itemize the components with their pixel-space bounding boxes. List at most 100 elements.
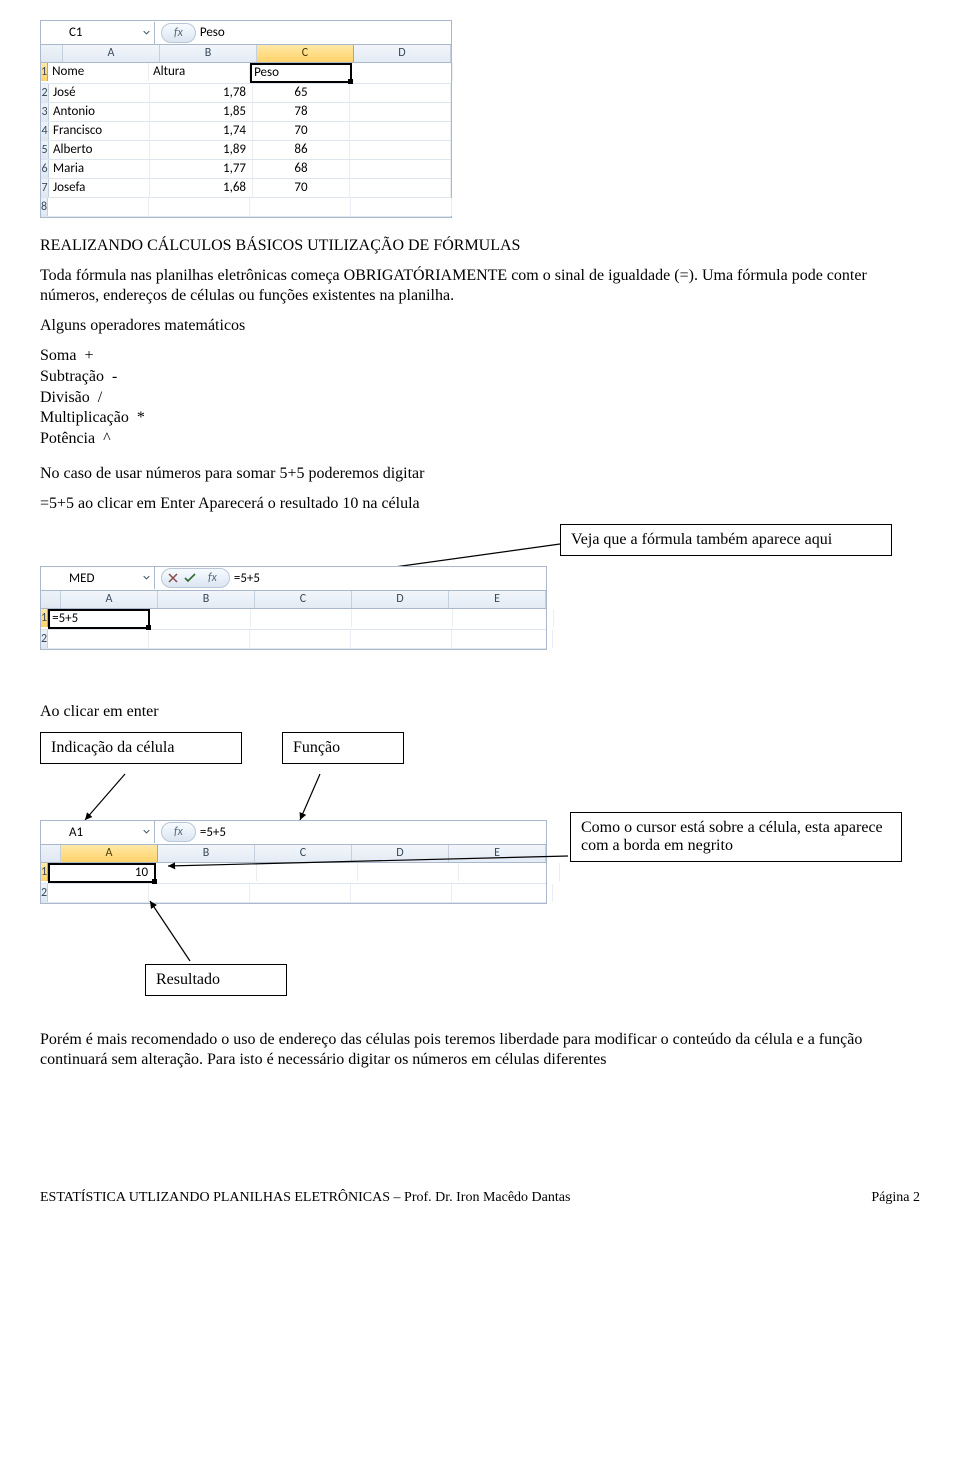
cell[interactable]: Maria: [49, 160, 150, 178]
row-number[interactable]: 1: [41, 63, 48, 81]
col-header[interactable]: C: [255, 591, 352, 608]
name-box-value: MED: [69, 571, 94, 586]
cancel-icon[interactable]: [168, 573, 178, 583]
cell[interactable]: [351, 884, 452, 902]
col-header-b[interactable]: B: [160, 45, 257, 62]
cell[interactable]: [149, 630, 250, 648]
cell[interactable]: 68: [253, 160, 350, 178]
enter-icon[interactable]: [184, 573, 196, 583]
fx-icon[interactable]: fx: [174, 825, 183, 839]
cell[interactable]: [452, 884, 553, 902]
cell[interactable]: 1,68: [150, 179, 253, 197]
cell[interactable]: [452, 630, 553, 648]
cell[interactable]: [350, 141, 451, 159]
cell[interactable]: [150, 609, 251, 627]
cell-selected[interactable]: 10: [48, 863, 156, 883]
cell[interactable]: [250, 884, 351, 902]
col-header-a[interactable]: A: [63, 45, 160, 62]
name-box[interactable]: A1: [41, 821, 155, 843]
cell[interactable]: [459, 863, 560, 881]
cell[interactable]: [251, 609, 352, 627]
cell[interactable]: [250, 630, 351, 648]
select-all-corner[interactable]: [41, 845, 61, 862]
cell[interactable]: [149, 198, 250, 216]
cell[interactable]: 1,85: [150, 103, 253, 121]
formula-bar-buttons: fx: [161, 23, 196, 43]
row-number[interactable]: 4: [41, 122, 49, 140]
col-header[interactable]: E: [449, 845, 546, 862]
cell[interactable]: [350, 122, 451, 140]
col-header[interactable]: B: [158, 845, 255, 862]
cell[interactable]: 1,77: [150, 160, 253, 178]
cell[interactable]: 78: [253, 103, 350, 121]
cell[interactable]: 70: [253, 122, 350, 140]
formula-bar: C1 fx Peso: [41, 21, 451, 45]
row-number[interactable]: 2: [41, 630, 48, 648]
name-box[interactable]: C1: [41, 22, 155, 44]
cell[interactable]: [48, 884, 149, 902]
col-header[interactable]: D: [352, 591, 449, 608]
op-name: Potência: [40, 430, 95, 447]
cell[interactable]: 1,89: [150, 141, 253, 159]
cell[interactable]: Josefa: [49, 179, 150, 197]
cell[interactable]: 70: [253, 179, 350, 197]
cell[interactable]: 1,78: [150, 84, 253, 102]
callout-formula-bar: Veja que a fórmula também aparece aqui: [560, 524, 892, 556]
row-number[interactable]: 6: [41, 160, 49, 178]
cell[interactable]: Alberto: [49, 141, 150, 159]
cell[interactable]: [149, 884, 250, 902]
cell[interactable]: [350, 160, 451, 178]
col-header[interactable]: C: [255, 845, 352, 862]
select-all-corner[interactable]: [41, 45, 63, 62]
cell[interactable]: 86: [253, 141, 350, 159]
cell[interactable]: [257, 863, 358, 881]
row-number[interactable]: 1: [41, 863, 48, 881]
cell[interactable]: Francisco: [49, 122, 150, 140]
col-header[interactable]: A: [61, 591, 158, 608]
row-number[interactable]: 3: [41, 103, 49, 121]
cell[interactable]: Altura: [149, 63, 250, 81]
row-number[interactable]: 2: [41, 884, 48, 902]
cell[interactable]: [352, 609, 453, 627]
cell[interactable]: [250, 198, 351, 216]
cell[interactable]: Nome: [48, 63, 149, 81]
formula-bar-value[interactable]: =5+5: [196, 825, 226, 840]
cell[interactable]: [350, 84, 451, 102]
col-header-d[interactable]: D: [354, 45, 451, 62]
fx-icon[interactable]: fx: [174, 26, 183, 40]
col-header-c[interactable]: C: [257, 45, 354, 62]
cell[interactable]: Antonio: [49, 103, 150, 121]
name-box[interactable]: MED: [41, 567, 155, 589]
cell[interactable]: [350, 179, 451, 197]
cell[interactable]: [358, 863, 459, 881]
col-header[interactable]: E: [449, 591, 546, 608]
fx-icon[interactable]: fx: [208, 571, 217, 585]
callout-cell-indicator: Indicação da célula: [40, 732, 242, 764]
select-all-corner[interactable]: [41, 591, 61, 608]
row-number[interactable]: 5: [41, 141, 49, 159]
col-header[interactable]: B: [158, 591, 255, 608]
formula-bar-value[interactable]: =5+5: [230, 571, 260, 586]
cell[interactable]: [352, 63, 453, 81]
col-header[interactable]: D: [352, 845, 449, 862]
col-header[interactable]: A: [61, 845, 158, 862]
cell[interactable]: [156, 863, 257, 881]
row-number[interactable]: 8: [41, 198, 48, 216]
callout-text: Veja que a fórmula também aparece aqui: [571, 531, 832, 548]
paragraph: No caso de usar números para somar 5+5 p…: [40, 464, 920, 484]
cell-selected[interactable]: Peso: [250, 63, 352, 83]
cell[interactable]: [48, 630, 149, 648]
cell[interactable]: José: [49, 84, 150, 102]
formula-bar-value[interactable]: Peso: [196, 25, 225, 40]
cell[interactable]: [350, 103, 451, 121]
cell[interactable]: 1,74: [150, 122, 253, 140]
cell[interactable]: [453, 609, 554, 627]
cell[interactable]: 65: [253, 84, 350, 102]
row-number[interactable]: 7: [41, 179, 49, 197]
cell[interactable]: [351, 198, 452, 216]
row-number[interactable]: 2: [41, 84, 49, 102]
cell-selected[interactable]: =5+5: [48, 609, 150, 629]
cell[interactable]: [48, 198, 149, 216]
row-number[interactable]: 1: [41, 609, 48, 627]
cell[interactable]: [351, 630, 452, 648]
